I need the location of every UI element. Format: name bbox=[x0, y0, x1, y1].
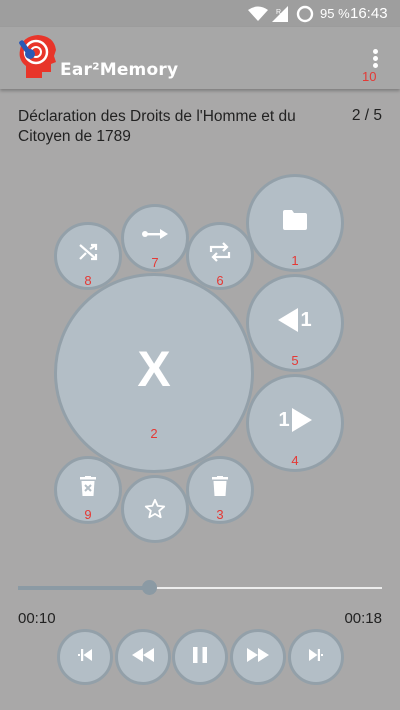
overflow-number: 10 bbox=[362, 69, 377, 84]
seek-thumb[interactable] bbox=[141, 580, 157, 595]
battery-icon bbox=[296, 0, 314, 27]
seek-bar[interactable] bbox=[18, 580, 382, 595]
fast-forward-button[interactable] bbox=[230, 629, 286, 685]
open-folder-button[interactable]: 1 bbox=[246, 174, 344, 272]
fast-forward-icon bbox=[247, 647, 269, 667]
elapsed-time: 00:10 bbox=[18, 610, 56, 627]
svg-text:R: R bbox=[276, 9, 281, 16]
button-number: 3 bbox=[216, 507, 224, 522]
rewind-icon bbox=[132, 647, 154, 667]
wifi-icon bbox=[248, 0, 268, 27]
button-number: 1 bbox=[291, 253, 299, 268]
favorite-button[interactable] bbox=[121, 475, 189, 543]
previous-item-label: 1 bbox=[300, 308, 312, 331]
app-title: Ear²Memory bbox=[60, 60, 179, 80]
skip-previous-icon bbox=[78, 648, 92, 666]
skip-previous-button[interactable] bbox=[57, 629, 113, 685]
seek-progress bbox=[18, 586, 150, 590]
clear-button[interactable]: X 2 bbox=[54, 273, 254, 473]
status-bar: R 95 % 16:43 bbox=[0, 0, 400, 27]
star-icon bbox=[124, 478, 186, 540]
total-duration: 00:18 bbox=[344, 610, 382, 627]
clock: 16:43 bbox=[350, 5, 388, 22]
pause-button[interactable] bbox=[172, 629, 228, 685]
next-item-button[interactable]: 1 4 bbox=[246, 374, 344, 472]
overflow-dot bbox=[373, 56, 378, 61]
rewind-button[interactable] bbox=[115, 629, 171, 685]
button-number: 4 bbox=[291, 453, 299, 468]
pause-icon bbox=[193, 646, 207, 668]
next-item-label: 1 bbox=[278, 408, 290, 431]
track-title: Déclaration des Droits de l'Homme et du … bbox=[18, 108, 296, 145]
button-number: 5 bbox=[291, 353, 299, 368]
app-logo-icon bbox=[18, 32, 58, 80]
overflow-dot bbox=[373, 49, 378, 54]
button-number: 7 bbox=[151, 255, 159, 270]
battery-percent: 95 % bbox=[320, 6, 350, 21]
button-number: 9 bbox=[84, 507, 92, 522]
button-number: 2 bbox=[150, 426, 158, 441]
skip-next-icon bbox=[309, 648, 323, 666]
skip-next-button[interactable] bbox=[288, 629, 344, 685]
overflow-menu-button[interactable]: 10 bbox=[358, 42, 394, 84]
sequential-button[interactable]: 7 bbox=[121, 204, 189, 272]
signal-icon: R bbox=[272, 0, 290, 27]
delete-marked-button[interactable]: 9 bbox=[54, 456, 122, 524]
previous-item-button[interactable]: 1 5 bbox=[246, 274, 344, 372]
track-position: 2 / 5 bbox=[351, 107, 382, 124]
delete-button[interactable]: 3 bbox=[186, 456, 254, 524]
overflow-dot bbox=[373, 63, 378, 68]
